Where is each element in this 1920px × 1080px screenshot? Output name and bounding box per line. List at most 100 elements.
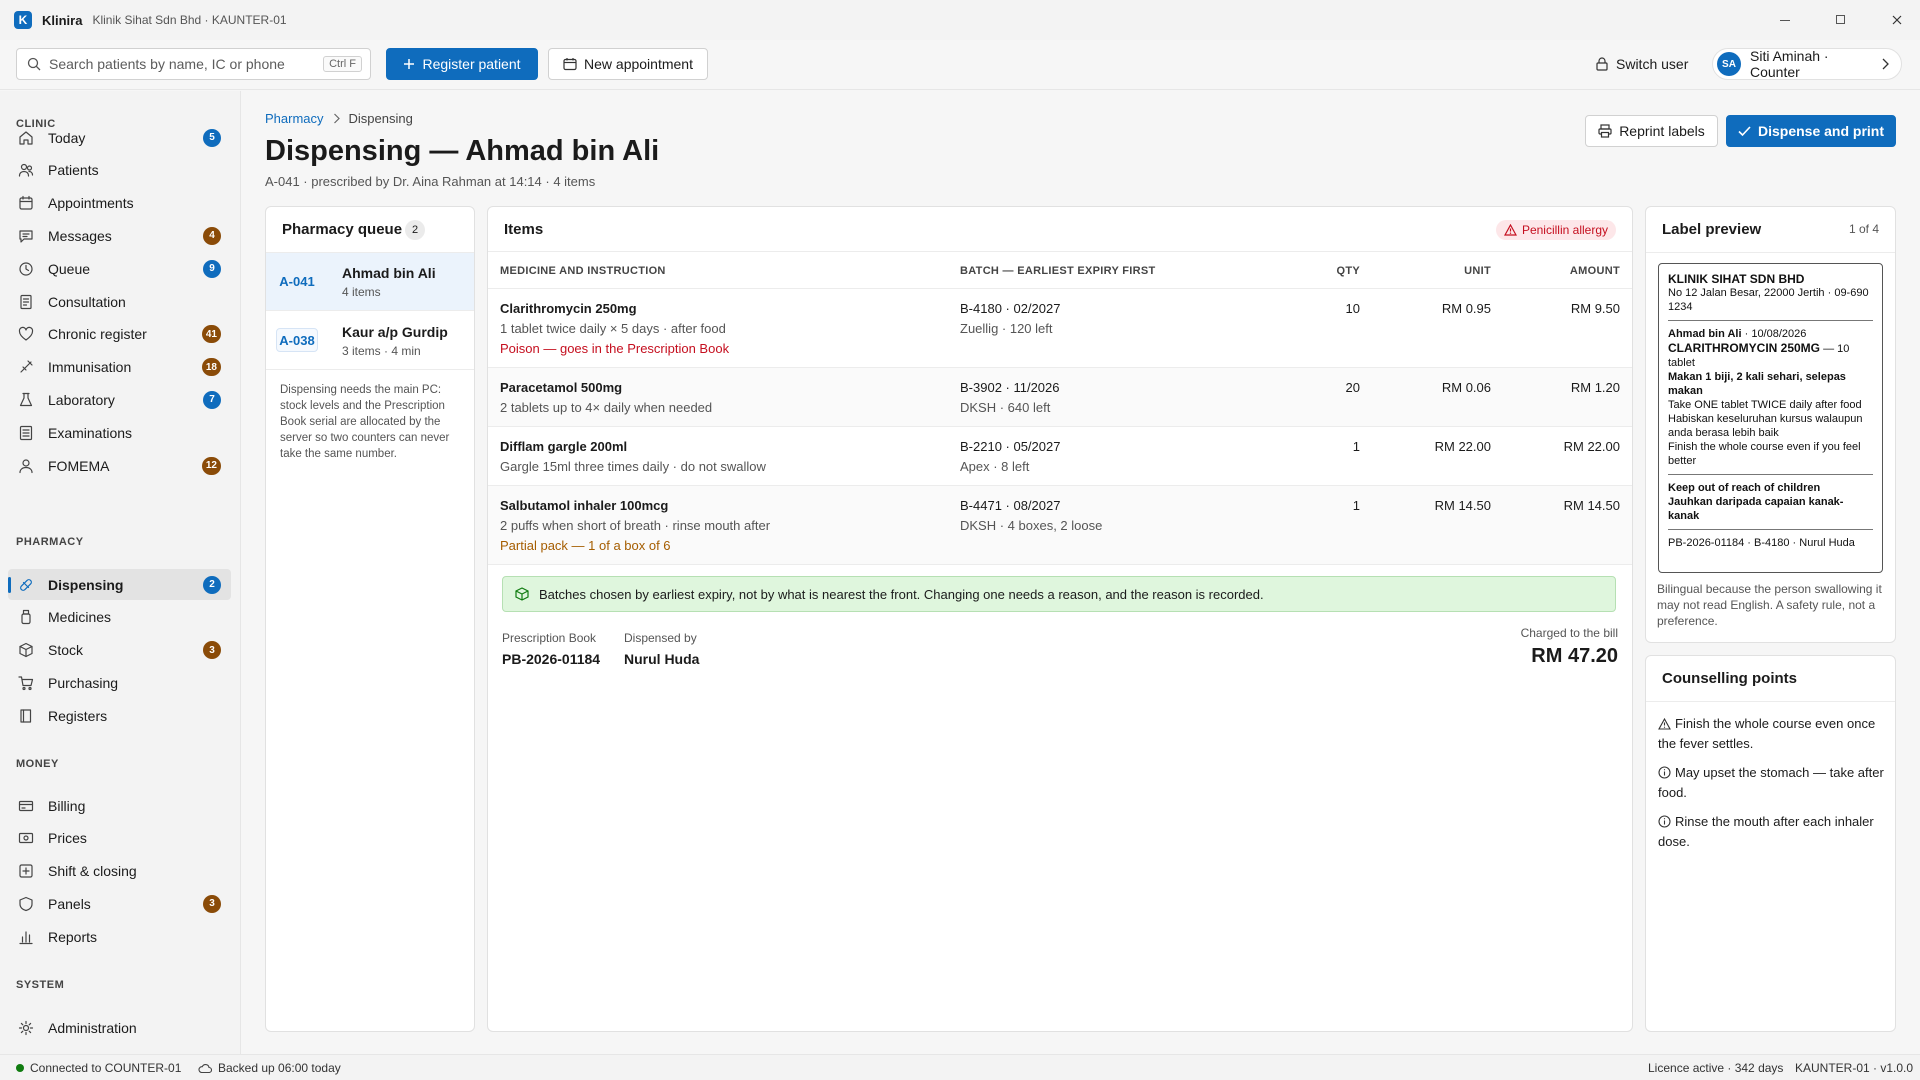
dispensed-by-value: Nurul Huda: [624, 651, 700, 667]
gear-icon: [18, 1020, 34, 1036]
table-row[interactable]: Clarithromycin 250mg 1 tablet twice daily…: [488, 289, 1632, 368]
minimize-button[interactable]: [1762, 0, 1808, 40]
batch-number[interactable]: B-4471 · 08/2027: [960, 498, 1060, 513]
status-dot-icon: [16, 1064, 24, 1072]
table-row[interactable]: Difflam gargle 200ml Gargle 15ml three ti…: [488, 427, 1632, 486]
pill-icon: [18, 577, 34, 593]
table-row[interactable]: Paracetamol 500mg 2 tablets up to 4× dail…: [488, 368, 1632, 427]
batch-number[interactable]: B-2210 · 05/2027: [960, 439, 1060, 454]
sidebar-item-label: Panels: [48, 895, 91, 912]
lock-icon: [1596, 57, 1608, 71]
sidebar-item-administration[interactable]: Administration: [8, 1012, 231, 1043]
sidebar-item-registers[interactable]: Registers: [8, 700, 231, 731]
sidebar-item-fomema[interactable]: FOMEMA 12: [8, 450, 231, 481]
sidebar-item-prices[interactable]: Prices: [8, 823, 231, 854]
sidebar-item-today[interactable]: Today 5: [8, 122, 231, 153]
clipboard-icon: [18, 425, 34, 441]
sidebar-item-label: FOMEMA: [48, 457, 110, 474]
search-input[interactable]: Search patients by name, IC or phone Ctr…: [16, 48, 371, 80]
sidebar-item-patients[interactable]: Patients: [8, 155, 231, 186]
sidebar-item-panels[interactable]: Panels 3: [8, 888, 231, 919]
sidebar-item-messages[interactable]: Messages 4: [8, 220, 231, 251]
switch-user-button[interactable]: Switch user: [1596, 48, 1688, 80]
sidebar-item-chronic-register[interactable]: Chronic register 41: [8, 319, 231, 350]
unit-price: RM 0.95: [1441, 301, 1491, 316]
sidebar-item-billing[interactable]: Billing: [8, 790, 231, 821]
counselling-point: Finish the whole course even once the fe…: [1658, 714, 1888, 754]
dispense-and-print-label: Dispense and print: [1757, 123, 1885, 139]
sidebar-item-laboratory[interactable]: Laboratory 7: [8, 384, 231, 415]
label-pager[interactable]: 1 of 4: [1849, 222, 1879, 236]
medicine-warning: Partial pack — 1 of a box of 6: [500, 538, 671, 553]
sidebar-item-medicines[interactable]: Medicines: [8, 602, 231, 633]
worker-icon: [18, 458, 34, 474]
sidebar-item-appointments[interactable]: Appointments: [8, 188, 231, 219]
label-footer: PB-2026-01184 · B-4180 · Nurul Huda: [1668, 537, 1855, 549]
reprint-labels-button[interactable]: Reprint labels: [1585, 115, 1718, 147]
medicine-name: Difflam gargle 200ml: [500, 439, 628, 454]
queue-item-name: Kaur a/p Gurdip: [342, 324, 448, 340]
medicine-warning: Poison — goes in the Prescription Book: [500, 341, 730, 356]
flask-icon: [18, 392, 34, 408]
batch-number[interactable]: B-4180 · 02/2027: [960, 301, 1060, 316]
user-menu[interactable]: SA Siti Aminah · Counter: [1712, 48, 1902, 80]
sidebar-item-examinations[interactable]: Examinations: [8, 417, 231, 448]
reprint-labels-label: Reprint labels: [1619, 123, 1705, 139]
sidebar-item-dispensing[interactable]: Dispensing 2: [8, 569, 231, 600]
medicine-instruction: 2 tablets up to 4× daily when needed: [500, 400, 713, 415]
queue-item[interactable]: A-041 Ahmad bin Ali 4 items: [266, 253, 474, 311]
sidebar-item-label: Purchasing: [48, 674, 119, 691]
close-button[interactable]: [1874, 0, 1920, 40]
sidebar-item-label: Laboratory: [48, 391, 115, 408]
unit-price: RM 0.06: [1441, 380, 1491, 395]
dispense-and-print-button[interactable]: Dispense and print: [1726, 115, 1896, 147]
sidebar-item-reports[interactable]: Reports: [8, 921, 231, 952]
plus-icon: [403, 58, 415, 70]
backup-text: Backed up 06:00 today: [218, 1061, 341, 1075]
batch-supplier: DKSH · 4 boxes, 2 loose: [960, 518, 1103, 533]
quantity: 10: [1345, 301, 1360, 316]
sidebar-item-consultation[interactable]: Consultation: [8, 286, 231, 317]
shield-icon: [18, 896, 34, 912]
sidebar-item-label: Patients: [48, 162, 99, 179]
maximize-button[interactable]: [1818, 0, 1864, 40]
queue-item[interactable]: A-038 Kaur a/p Gurdip 3 items · 4 min: [266, 312, 474, 370]
calendar-icon: [563, 57, 577, 71]
status-bar: Connected to COUNTER-01 Backed up 06:00 …: [0, 1054, 1920, 1080]
count-badge: 4: [203, 226, 221, 245]
medicine-name: Salbutamol inhaler 100mcg: [500, 498, 669, 513]
app-name: Klinira: [42, 12, 83, 28]
warning-icon: [1503, 224, 1517, 236]
counselling-point: Rinse the mouth after each inhaler dose.: [1658, 812, 1888, 852]
label-preview-card: Label preview 1 of 4 KLINIK SIHAT SDN BH…: [1645, 206, 1896, 643]
search-shortcut: Ctrl F: [323, 56, 362, 72]
label-english-course: Finish the whole course even if you feel…: [1668, 441, 1861, 467]
sidebar-item-purchasing[interactable]: Purchasing: [8, 667, 231, 698]
sidebar-item-stock[interactable]: Stock 3: [8, 635, 231, 666]
sidebar-item-immunisation[interactable]: Immunisation 18: [8, 352, 231, 383]
version-status: KAUNTER-01 · v1.0.0: [1795, 1061, 1914, 1075]
breadcrumb-current: Dispensing: [348, 111, 413, 126]
register-patient-button[interactable]: Register patient: [386, 48, 538, 80]
line-amount: RM 22.00: [1563, 439, 1620, 454]
bottle-icon: [18, 609, 34, 625]
sidebar-item-shift-closing[interactable]: Shift & closing: [8, 856, 231, 887]
card-icon: [18, 798, 34, 814]
search-icon: [27, 57, 41, 71]
breadcrumb-pharmacy[interactable]: Pharmacy: [265, 111, 324, 126]
table-row[interactable]: Salbutamol inhaler 100mcg 2 puffs when sh…: [488, 486, 1632, 565]
batch-number[interactable]: B-3902 · 11/2026: [960, 380, 1060, 395]
new-appointment-button[interactable]: New appointment: [548, 48, 708, 80]
medicine-name: Paracetamol 500mg: [500, 380, 623, 395]
app-logo: K: [14, 11, 32, 29]
sidebar-item-queue[interactable]: Queue 9: [8, 253, 231, 284]
quantity: 20: [1345, 380, 1360, 395]
box-icon: [18, 642, 34, 658]
label-malay-dose: Makan 1 biji, 2 kali sehari, selepas mak…: [1668, 371, 1846, 397]
prescription-book-value: PB-2026-01184: [502, 651, 601, 667]
counselling-text: Finish the whole course even once the fe…: [1658, 716, 1876, 751]
sidebar-item-label: Chronic register: [48, 326, 147, 343]
chevron-right-icon: [1881, 58, 1889, 70]
line-amount: RM 14.50: [1563, 498, 1620, 513]
shift-icon: [18, 863, 34, 879]
